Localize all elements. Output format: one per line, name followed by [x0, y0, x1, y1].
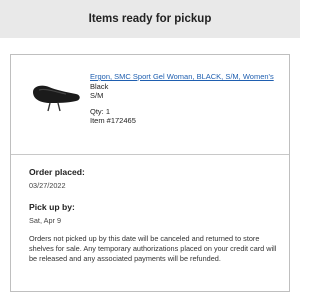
- order-placed-date: 03/27/2022: [29, 181, 66, 190]
- item-color: Black: [90, 81, 109, 91]
- saddle-product-image[interactable]: [30, 78, 82, 114]
- item-size: S/M: [90, 91, 104, 100]
- item-number: Item #172465: [90, 116, 136, 125]
- order-details: Order placed: 03/27/2022 Pick up by: Sat…: [29, 167, 279, 265]
- item-quantity: Qty: 1: [90, 106, 111, 116]
- item-row: Ergon, SMC Sport Gel Woman, BLACK, S/M, …: [11, 55, 289, 151]
- item-info: Ergon, SMC Sport Gel Woman, BLACK, S/M, …: [90, 72, 280, 126]
- pickup-card: Ergon, SMC Sport Gel Woman, BLACK, S/M, …: [10, 54, 290, 292]
- divider: [11, 154, 289, 155]
- pickup-by-label: Pick up by:: [29, 202, 75, 212]
- header-bar: Items ready for pickup: [0, 0, 300, 38]
- pickup-policy-note: Orders not picked up by this date will b…: [29, 234, 277, 264]
- page-title: Items ready for pickup: [88, 13, 212, 25]
- order-placed-label: Order placed:: [29, 167, 85, 177]
- product-name-link[interactable]: Ergon, SMC Sport Gel Woman, BLACK, S/M, …: [90, 72, 280, 82]
- pickup-by-date: Sat, Apr 9: [29, 216, 62, 225]
